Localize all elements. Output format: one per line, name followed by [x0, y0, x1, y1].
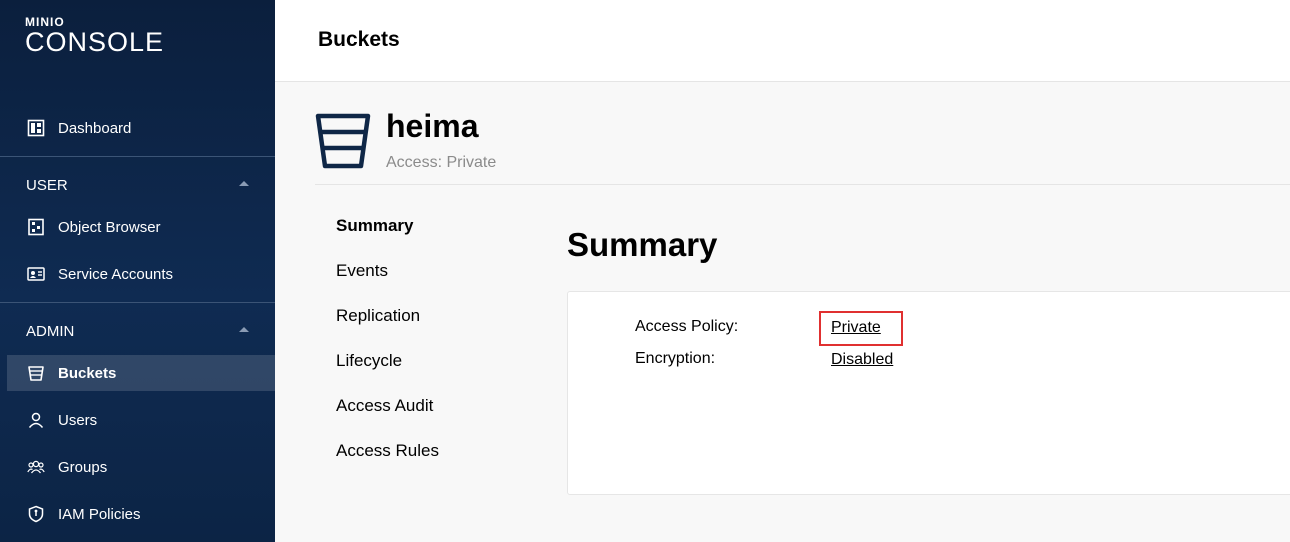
sidebar-item-service-accounts[interactable]: Service Accounts: [0, 256, 275, 292]
dashboard-icon: [27, 119, 45, 137]
sidebar-item-dashboard[interactable]: Dashboard: [0, 110, 275, 146]
section-label: USER: [26, 176, 68, 194]
bucket-icon: [27, 364, 45, 382]
tab-lifecycle[interactable]: Lifecycle: [336, 351, 402, 371]
tab-access-audit[interactable]: Access Audit: [336, 396, 433, 416]
sidebar-item-label: Groups: [58, 458, 108, 476]
groups-icon: [27, 458, 45, 476]
sidebar-item-label: Dashboard: [58, 119, 132, 137]
sidebar-divider: [0, 156, 275, 157]
section-title: Summary: [567, 226, 718, 263]
encryption-label: Encryption:: [635, 350, 716, 367]
sidebar: MINIO CONSOLE Dashboard USER Object Brow…: [0, 0, 275, 542]
tab-events[interactable]: Events: [336, 261, 388, 281]
tab-access-rules[interactable]: Access Rules: [336, 441, 439, 461]
chevron-up-icon: [239, 327, 249, 332]
sidebar-item-object-browser[interactable]: Object Browser: [0, 209, 275, 245]
sidebar-item-groups[interactable]: Groups: [0, 449, 275, 485]
chevron-up-icon: [239, 181, 249, 186]
sidebar-section-user[interactable]: USER: [0, 170, 275, 200]
sidebar-item-label: Buckets: [58, 364, 117, 382]
highlight-box: [819, 311, 903, 346]
minio-console-logo[interactable]: MINIO CONSOLE: [25, 16, 164, 57]
access-policy-label: Access Policy:: [635, 318, 739, 335]
sidebar-item-label: Service Accounts: [58, 265, 174, 283]
sidebar-section-admin[interactable]: ADMIN: [0, 316, 275, 346]
bucket-large-icon: [314, 112, 372, 170]
bucket-name: heima: [386, 108, 479, 144]
tab-summary[interactable]: Summary: [336, 216, 413, 236]
service-accounts-icon: [27, 265, 45, 283]
object-browser-icon: [27, 218, 45, 236]
section-label: ADMIN: [26, 322, 75, 340]
sidebar-divider: [0, 302, 275, 303]
page-title: Buckets: [318, 28, 400, 51]
sidebar-item-iam-policies[interactable]: IAM Policies: [0, 496, 275, 532]
sidebar-item-label: Object Browser: [58, 218, 161, 236]
shield-icon: [27, 505, 45, 523]
tab-replication[interactable]: Replication: [336, 306, 420, 326]
sidebar-item-label: Users: [58, 411, 98, 429]
page-header: Buckets: [275, 0, 1290, 82]
user-icon: [27, 411, 45, 429]
logo-big-text: CONSOLE: [25, 27, 165, 57]
sidebar-item-users[interactable]: Users: [0, 402, 275, 438]
sidebar-item-buckets[interactable]: Buckets: [7, 355, 275, 391]
encryption-link[interactable]: Disabled: [831, 351, 893, 369]
sidebar-item-label: IAM Policies: [58, 505, 141, 523]
header-divider: [315, 184, 1290, 185]
bucket-access-label: Access: Private: [386, 154, 497, 171]
